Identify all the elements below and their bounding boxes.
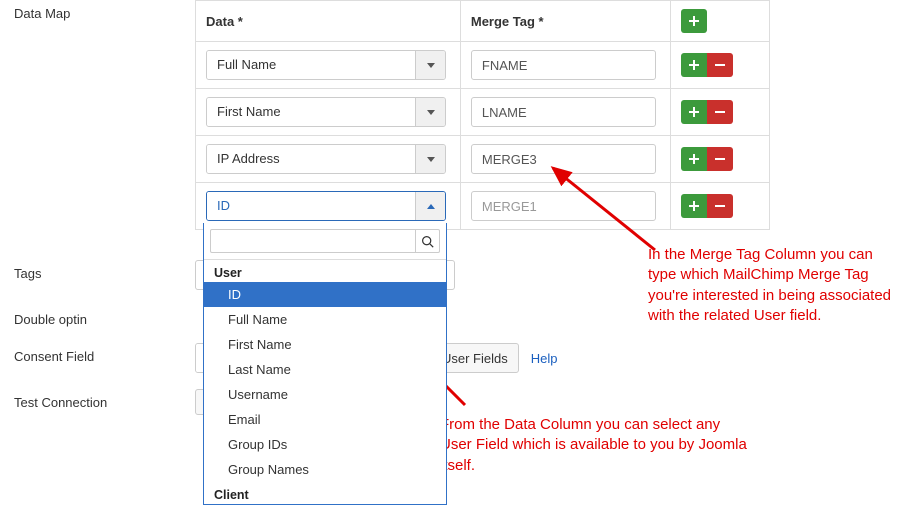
dropdown-item[interactable]: First Name <box>204 332 446 357</box>
data-select-value: Full Name <box>207 51 415 79</box>
data-select-dropdown: User ID Full Name First Name Last Name U… <box>203 223 447 505</box>
chevron-down-icon <box>415 145 445 173</box>
data-select[interactable]: IP Address <box>206 144 446 174</box>
add-row-button[interactable] <box>681 53 707 77</box>
data-select[interactable]: Full Name <box>206 50 446 80</box>
delete-row-button[interactable] <box>707 100 733 124</box>
delete-row-button[interactable] <box>707 147 733 171</box>
table-row: IP Address <box>196 136 770 183</box>
minus-icon <box>715 60 725 70</box>
label-test-connection: Test Connection <box>0 389 195 410</box>
dropdown-item[interactable]: ID <box>204 282 446 307</box>
minus-icon <box>715 154 725 164</box>
chevron-up-icon <box>415 192 445 220</box>
dropdown-item[interactable]: Last Name <box>204 357 446 382</box>
add-row-button[interactable] <box>681 194 707 218</box>
delete-row-button[interactable] <box>707 53 733 77</box>
data-select-value: IP Address <box>207 145 415 173</box>
dropdown-group-user: User <box>204 260 446 282</box>
table-row: Full Name <box>196 42 770 89</box>
data-map-table: Data * Merge Tag * Full Name <box>195 0 770 230</box>
dropdown-item[interactable]: Username <box>204 382 446 407</box>
annotation-data-column: From the Data Column you can select any … <box>440 415 750 476</box>
header-merge: Merge Tag * <box>460 1 670 42</box>
dropdown-item[interactable]: Group IDs <box>204 432 446 457</box>
add-row-button[interactable] <box>681 147 707 171</box>
table-row: First Name <box>196 89 770 136</box>
label-consent-field: Consent Field <box>0 343 195 364</box>
minus-icon <box>715 201 725 211</box>
add-row-button[interactable] <box>681 9 707 33</box>
dropdown-item[interactable]: Full Name <box>204 307 446 332</box>
data-select-value: First Name <box>207 98 415 126</box>
chevron-down-icon <box>415 51 445 79</box>
label-double-optin: Double optin <box>0 306 195 327</box>
plus-icon <box>689 107 699 117</box>
label-data-map: Data Map <box>0 0 195 21</box>
annotation-merge-tag: In the Merge Tag Column you can type whi… <box>648 245 898 326</box>
merge-tag-input[interactable] <box>471 144 656 174</box>
plus-icon <box>689 60 699 70</box>
search-icon <box>416 229 440 253</box>
minus-icon <box>715 107 725 117</box>
add-row-button[interactable] <box>681 100 707 124</box>
plus-icon <box>689 154 699 164</box>
data-select-open[interactable]: ID <box>206 191 446 221</box>
delete-row-button[interactable] <box>707 194 733 218</box>
dropdown-group-client: Client <box>204 482 446 504</box>
merge-tag-input[interactable] <box>471 97 656 127</box>
label-tags: Tags <box>0 260 195 281</box>
chevron-down-icon <box>415 98 445 126</box>
merge-tag-input[interactable] <box>471 191 656 221</box>
header-data: Data * <box>196 1 461 42</box>
plus-icon <box>689 16 699 26</box>
dropdown-item[interactable]: Email <box>204 407 446 432</box>
dropdown-search-input[interactable] <box>210 229 416 253</box>
data-select-value: ID <box>207 192 415 220</box>
header-actions <box>670 1 769 42</box>
plus-icon <box>689 201 699 211</box>
merge-tag-input[interactable] <box>471 50 656 80</box>
dropdown-item[interactable]: Group Names <box>204 457 446 482</box>
data-select[interactable]: First Name <box>206 97 446 127</box>
help-link[interactable]: Help <box>525 351 564 366</box>
